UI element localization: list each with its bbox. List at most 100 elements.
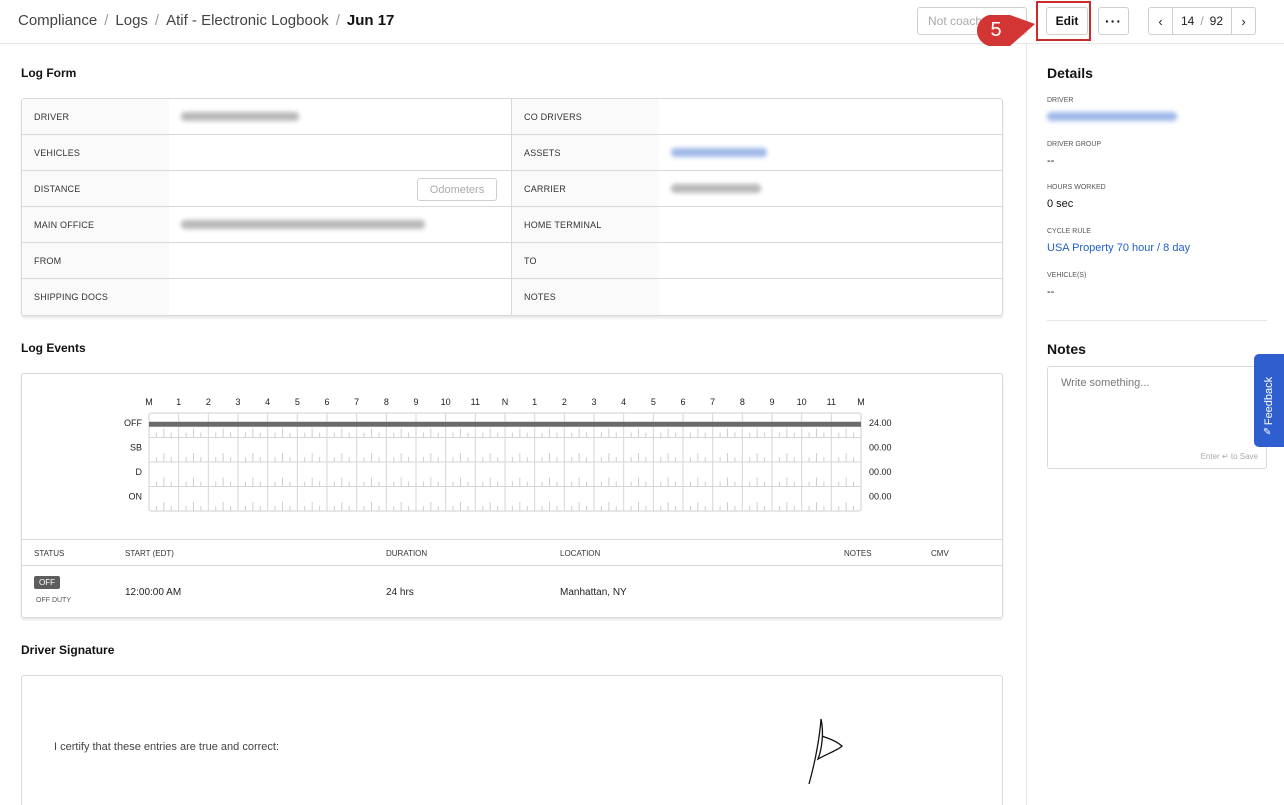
shipping-docs-value xyxy=(169,279,512,315)
from-value xyxy=(169,243,512,278)
cycle-rule-label: CYCLE RULE xyxy=(1047,228,1091,235)
feedback-label: Feedback xyxy=(1263,376,1275,425)
details-title: Details xyxy=(1047,65,1093,81)
step-marker-badge: 5 xyxy=(972,14,1036,48)
assets-value xyxy=(659,135,1002,170)
event-start: 12:00:00 AM xyxy=(125,587,182,598)
redacted-text xyxy=(181,112,299,121)
log-pager: ‹ 14 / 92 › xyxy=(1148,7,1256,35)
column-cmv[interactable]: CMV xyxy=(931,549,949,558)
table-row[interactable]: OFF OFF DUTY 12:00:00 AM 24 hrs Manhatta… xyxy=(22,566,1002,618)
graph-row-total: 24.00 xyxy=(869,418,892,428)
more-options-button[interactable]: ··· xyxy=(1098,7,1129,35)
cycle-rule-link[interactable]: USA Property 70 hour / 8 day xyxy=(1047,242,1190,254)
graph-hour-label: 2 xyxy=(562,397,567,407)
graph-hour-label: 9 xyxy=(769,397,774,407)
column-start[interactable]: START (EDT) xyxy=(125,549,174,558)
graph-hour-label: M xyxy=(857,397,865,407)
form-row: DRIVER CO DRIVERS xyxy=(22,99,1002,135)
notes-value xyxy=(659,279,1002,315)
form-row: MAIN OFFICE HOME TERMINAL xyxy=(22,207,1002,243)
graph-hour-label: 7 xyxy=(710,397,715,407)
breadcrumb-separator: / xyxy=(154,12,160,29)
carrier-value xyxy=(659,171,1002,206)
graph-hour-label: 11 xyxy=(471,397,480,407)
details-driver-label: DRIVER xyxy=(1047,97,1074,104)
breadcrumb-logs[interactable]: Logs xyxy=(115,12,148,29)
notes-input[interactable] xyxy=(1048,367,1266,447)
breadcrumb-compliance[interactable]: Compliance xyxy=(18,12,97,29)
hos-graph: M 1 2 3 4 5 6 7 8 9 10 11 N 1 2 3 4 5 6 7 8 9 10 11 M OFF 24.00 SB 0… xyxy=(124,397,892,512)
sidebar-divider xyxy=(1047,320,1267,321)
breadcrumb-current: Jun 17 xyxy=(346,12,395,29)
breadcrumb-separator: / xyxy=(335,12,340,29)
column-location[interactable]: LOCATION xyxy=(560,549,600,558)
chevron-left-icon: ‹ xyxy=(1158,13,1163,29)
assets-label: ASSETS xyxy=(512,135,659,170)
odometers-button[interactable]: Odometers xyxy=(417,178,497,201)
graph-hour-label: 10 xyxy=(797,397,807,407)
main-office-value xyxy=(169,207,512,242)
graph-hour-label: 1 xyxy=(176,397,181,407)
driver-signature-title: Driver Signature xyxy=(21,643,115,657)
notes-title: Notes xyxy=(1047,341,1086,357)
top-bar: Compliance / Logs / Atif - Electronic Logboo… xyxy=(0,0,1284,44)
breadcrumb-separator: / xyxy=(104,12,109,29)
graph-hour-label: 4 xyxy=(621,397,626,407)
breadcrumb-logbook[interactable]: Atif - Electronic Logbook xyxy=(166,12,329,29)
driver-value xyxy=(169,99,512,134)
pager-separator: / xyxy=(1200,14,1204,28)
signature-card: I certify that these entries are true an… xyxy=(21,675,1003,805)
hours-worked-label: HOURS WORKED xyxy=(1047,184,1106,191)
edit-highlight-box xyxy=(1036,1,1091,41)
graph-hour-label: 5 xyxy=(651,397,656,407)
feedback-icon: ✎ xyxy=(1263,427,1272,438)
events-table-header: STATUS START (EDT) DURATION LOCATION NOT… xyxy=(22,539,1002,566)
column-duration[interactable]: DURATION xyxy=(386,549,427,558)
main-office-label: MAIN OFFICE xyxy=(22,207,169,242)
co-drivers-value xyxy=(659,99,1002,134)
column-status[interactable]: STATUS xyxy=(34,549,64,558)
form-row: SHIPPING DOCS NOTES xyxy=(22,279,1002,315)
home-terminal-label: HOME TERMINAL xyxy=(512,207,659,242)
pager-position: 14 / 92 xyxy=(1173,14,1231,28)
home-terminal-value xyxy=(659,207,1002,242)
form-row: FROM TO xyxy=(22,243,1002,279)
driver-label: DRIVER xyxy=(22,99,169,134)
redacted-link[interactable] xyxy=(671,148,767,157)
previous-log-button[interactable]: ‹ xyxy=(1149,8,1173,34)
graph-hour-label: 5 xyxy=(295,397,300,407)
graph-hour-label: 8 xyxy=(740,397,745,407)
notes-save-hint: Enter ↵ to Save xyxy=(1200,452,1258,461)
column-notes[interactable]: NOTES xyxy=(844,549,872,558)
redacted-text xyxy=(181,220,425,229)
graph-hour-label: 6 xyxy=(324,397,329,407)
driver-group-value: -- xyxy=(1047,155,1055,167)
shipping-docs-label: SHIPPING DOCS xyxy=(22,279,169,315)
graph-hour-label: 3 xyxy=(235,397,240,407)
driver-group-label: DRIVER GROUP xyxy=(1047,141,1102,148)
next-log-button[interactable]: › xyxy=(1231,8,1255,34)
graph-row-total: 00.00 xyxy=(869,443,892,453)
details-driver-value[interactable] xyxy=(1047,112,1177,124)
co-drivers-label: CO DRIVERS xyxy=(512,99,659,134)
vehicles-detail-label: VEHICLE(S) xyxy=(1047,272,1087,279)
form-row: DISTANCE Odometers CARRIER xyxy=(22,171,1002,207)
from-label: FROM xyxy=(22,243,169,278)
graph-row-label: SB xyxy=(130,443,142,453)
graph-hour-label: 9 xyxy=(413,397,418,407)
log-form-title: Log Form xyxy=(21,66,77,80)
log-events-card: M 1 2 3 4 5 6 7 8 9 10 11 N 1 2 3 4 5 6 7 8 9 10 11 M OFF 24.00 SB 0… xyxy=(21,373,1003,618)
graph-hour-label: 8 xyxy=(384,397,389,407)
graph-hour-label: 10 xyxy=(441,397,451,407)
breadcrumb: Compliance / Logs / Atif - Electronic Logboo… xyxy=(18,12,394,29)
redacted-link[interactable] xyxy=(1047,112,1177,121)
feedback-tab[interactable]: Feedback ✎ xyxy=(1254,354,1284,447)
notes-label: NOTES xyxy=(512,279,659,315)
event-location: Manhattan, NY xyxy=(560,587,627,598)
driver-signature-image xyxy=(808,718,843,785)
graph-hour-label: 7 xyxy=(354,397,359,407)
status-description: OFF DUTY xyxy=(36,597,71,604)
distance-label: DISTANCE xyxy=(22,171,169,206)
to-value xyxy=(659,243,1002,278)
